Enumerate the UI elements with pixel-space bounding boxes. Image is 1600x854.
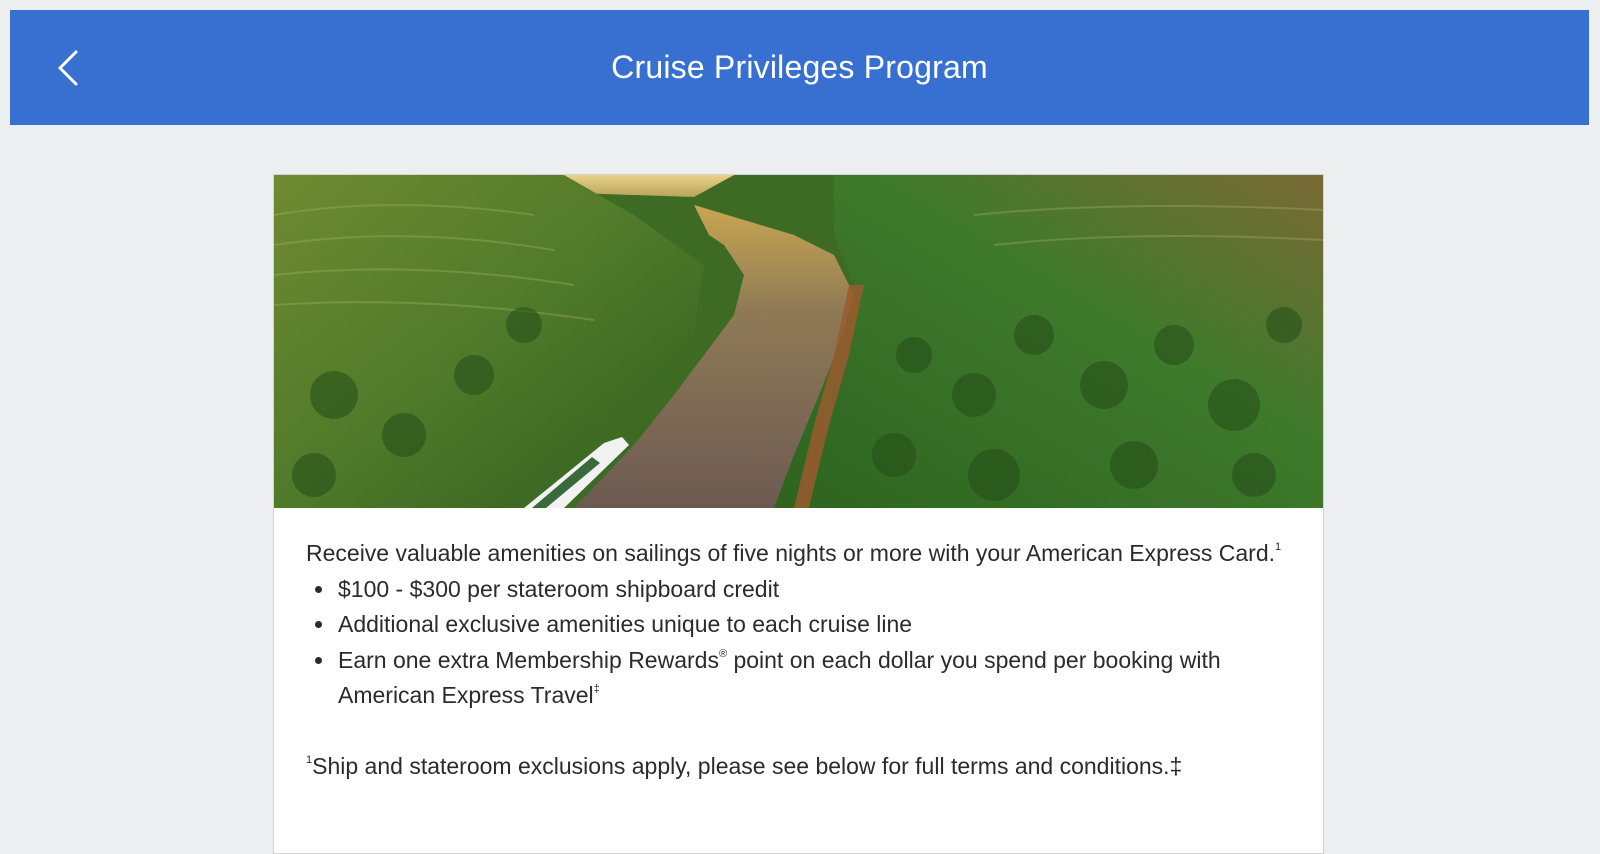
benefits-list: $100 - $300 per stateroom shipboard cred… (306, 572, 1291, 714)
list-item: $100 - $300 per stateroom shipboard cred… (336, 572, 1291, 608)
registered-mark: ® (718, 647, 728, 660)
footnote-marker: 1 (1275, 541, 1282, 553)
app-header: Cruise Privileges Program (10, 10, 1589, 125)
intro-text: Receive valuable amenities on sailings o… (306, 540, 1282, 566)
program-card: Receive valuable amenities on sailings o… (273, 174, 1324, 854)
card-body: Receive valuable amenities on sailings o… (274, 508, 1323, 784)
list-item: Additional exclusive amenities unique to… (336, 607, 1291, 643)
page-title: Cruise Privileges Program (611, 49, 988, 85)
list-item: Earn one extra Membership Rewards® point… (336, 643, 1291, 714)
hero-image (274, 175, 1323, 508)
footnote-text: 1Ship and stateroom exclusions apply, pl… (306, 752, 1183, 779)
chevron-left-icon (58, 50, 78, 86)
back-button[interactable] (48, 44, 88, 92)
footnote-marker: ‡ (593, 683, 600, 695)
